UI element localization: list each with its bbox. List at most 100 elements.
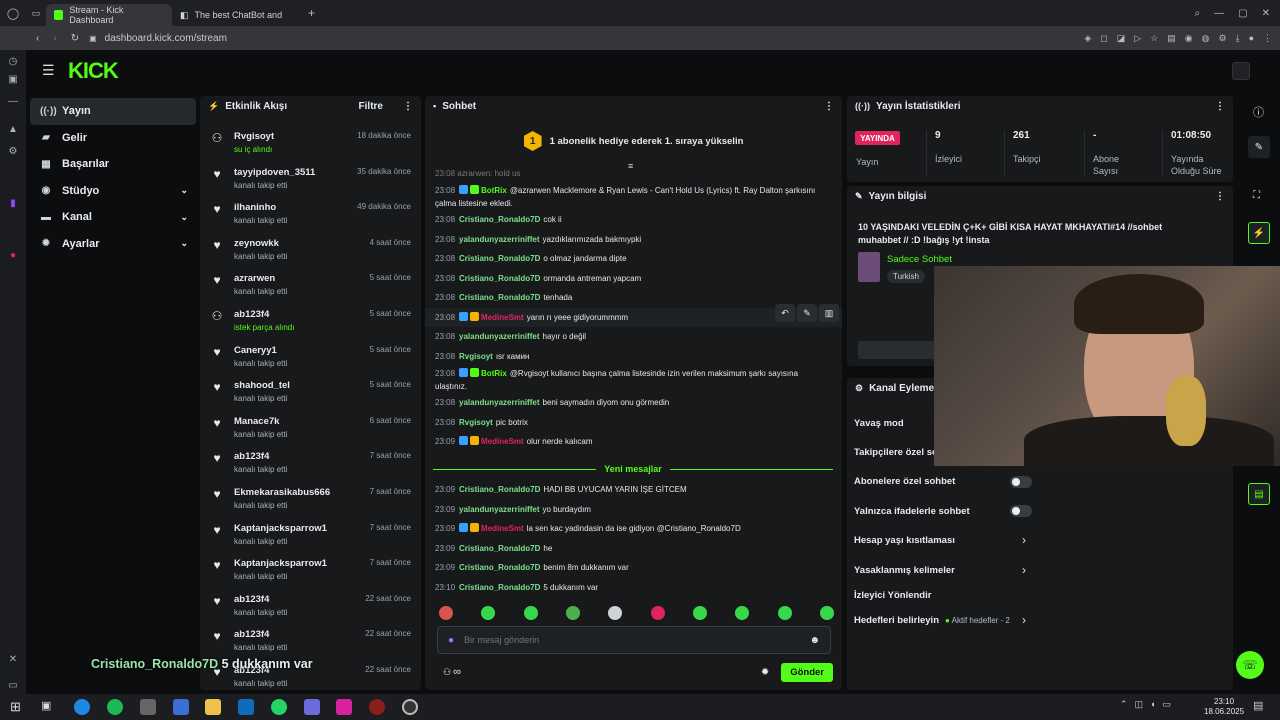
activity-item[interactable]: ♥ Kaptanjacksparrow1 kanalı takip etti 7 sa… (200, 554, 421, 590)
message-username[interactable]: Rvgisoyt (459, 418, 493, 427)
message-username[interactable]: MedineSmt (481, 437, 524, 446)
more-options-icon[interactable]: ⋮ (1215, 101, 1225, 112)
extension-icon[interactable]: ▤ (1167, 33, 1176, 44)
extension-icon[interactable]: ◈ (1084, 33, 1091, 44)
emote-icon[interactable] (777, 606, 792, 620)
chat-message[interactable]: 23:08 Rvgisoyt pic botrix (425, 413, 842, 433)
store-icon[interactable] (304, 699, 320, 715)
chat-message[interactable]: 23:08 Cristiano_Ronaldo7D cok ii (425, 210, 842, 230)
instagram-icon[interactable] (336, 699, 352, 715)
extensions-icon[interactable]: ⚙ (1219, 33, 1227, 44)
sidebar-settings-icon[interactable]: ▭ (7, 680, 19, 692)
message-username[interactable]: MedineSmt (481, 524, 524, 533)
message-username[interactable]: BotRix (481, 186, 507, 195)
hamburger-menu-icon[interactable]: ☰ (42, 62, 55, 79)
youtube-icon[interactable]: ● (7, 250, 19, 262)
message-username[interactable]: BotRix (481, 369, 507, 378)
network-icon[interactable]: ◫ (1135, 699, 1144, 710)
extension-icon[interactable]: ◍ (1202, 33, 1210, 44)
chat-message[interactable]: 23:08 Rvgisoyt ısr камин (425, 347, 842, 367)
activity-item[interactable]: ♥ Ekmekarasikabus666 kanalı takip etti 7 sa… (200, 483, 421, 519)
tab-overview-icon[interactable]: ▭ (26, 8, 46, 19)
chat-message[interactable]: 23:09 Cristiano_Ronaldo7D he (425, 539, 842, 559)
message-username[interactable]: Cristiano_Ronaldo7D (459, 274, 540, 283)
new-tab-button[interactable]: + (308, 6, 315, 20)
sidebar-item-studyo[interactable]: ◉ Stüdyo ⌄ (30, 178, 196, 205)
chat-message[interactable]: 23:09 MedineSmt la sen kac yadindasin da i… (425, 519, 842, 539)
emotes-only-row[interactable]: Yalnızca ifadelerle sohbet (854, 506, 970, 517)
extension-icon[interactable]: ◻ (1100, 33, 1107, 44)
sidebar-item-gelir[interactable]: ▰ Gelir (30, 125, 196, 152)
forward-icon[interactable]: › (53, 33, 56, 44)
twitch-icon[interactable]: ▮ (7, 198, 19, 210)
message-username[interactable]: yalandunyazerriniffet (459, 332, 539, 341)
history-icon[interactable]: ◷ (7, 56, 19, 68)
pinned-collapse-icon[interactable]: ≡ (628, 161, 633, 171)
more-icon[interactable]: ⋮ (1263, 33, 1272, 44)
subscribers-only-row[interactable]: Abonelere özel sohbet (854, 476, 955, 487)
settings-rail-icon[interactable]: ⚙ (7, 146, 19, 158)
message-username[interactable]: Cristiano_Ronaldo7D (459, 485, 540, 494)
emote-icon[interactable] (565, 606, 580, 620)
message-username[interactable]: yalandunyazerriniffet (459, 505, 539, 514)
calculator-icon[interactable] (140, 699, 156, 715)
user-avatar[interactable] (1232, 62, 1250, 80)
users-icon[interactable]: ⚇ (443, 667, 451, 678)
emote-icon[interactable] (819, 606, 834, 620)
maximize-button[interactable]: ▢ (1238, 8, 1247, 19)
browser-tab-kick-dashboard[interactable]: Stream - Kick Dashboard (46, 4, 172, 26)
goals-row[interactable]: Hedefleri belirleyin (854, 615, 939, 626)
sidebar-item-kanal[interactable]: ▬ Kanal ⌄ (30, 204, 196, 231)
outlook-icon[interactable] (238, 699, 254, 715)
resize-icon[interactable]: ⛶ (1253, 190, 1260, 201)
chat-input-box[interactable]: ● ☻ (437, 626, 831, 654)
activity-item[interactable]: ♥ tayyipdoven_3511 kanalı takip etti 35 dak… (200, 163, 421, 199)
activity-item[interactable]: ♥ azrarwen kanalı takip etti 5 saat önce (200, 269, 421, 305)
delete-icon[interactable]: ▥ (819, 304, 839, 322)
emoji-icon[interactable]: ☻ (809, 635, 820, 646)
message-username[interactable]: Cristiano_Ronaldo7D (459, 563, 540, 572)
obs-icon[interactable] (369, 699, 385, 715)
message-username[interactable]: Cristiano_Ronaldo7D (459, 215, 540, 224)
windows-start-icon[interactable]: ⊞ (10, 699, 21, 715)
chat-message[interactable]: 23:09 Cristiano_Ronaldo7D benim 8m dukkanı… (425, 558, 842, 578)
edit-button-placeholder[interactable] (858, 341, 938, 359)
activity-item[interactable]: ♥ zeynowkk kanalı takip etti 4 saat önce (200, 234, 421, 270)
sidebar-item-ayarlar[interactable]: ✹ Ayarlar ⌄ (30, 231, 196, 258)
send-button[interactable]: Gönder (781, 662, 833, 682)
followers-only-row[interactable]: Takipçilere özel so (854, 447, 938, 458)
download-icon[interactable]: ⤓ (1236, 33, 1240, 44)
emote-icon[interactable] (608, 606, 623, 620)
battery-icon[interactable]: ▭ (1163, 699, 1172, 710)
extension-icon[interactable]: ◪ (1117, 33, 1126, 44)
reply-icon[interactable]: ↶ (775, 304, 795, 322)
more-options-icon[interactable]: ⋮ (403, 101, 413, 112)
reload-icon[interactable]: ↻ (71, 33, 79, 44)
media-tool-icon[interactable]: ▤ (1248, 483, 1270, 505)
browser-tab-chatbot[interactable]: ◧ The best ChatBot and (172, 4, 302, 26)
slow-mode-row[interactable]: Yavaş mod (854, 418, 904, 429)
chat-message[interactable]: 23:10 Cristiano_Ronaldo7D 5 dukkanım var (425, 578, 842, 598)
tray-chevron-icon[interactable]: ⌃ (1120, 699, 1128, 710)
filter-button[interactable]: Filtre (359, 101, 383, 112)
settings-icon[interactable]: ✹ (761, 667, 769, 678)
copilot-icon[interactable] (173, 699, 189, 715)
activity-item[interactable]: ⚇ Rvgisoyt su iç alındı 18 dakika önce (200, 127, 421, 163)
search-tabs-icon[interactable]: ⌕ (1195, 8, 1201, 19)
minimize-button[interactable]: — (1214, 8, 1224, 19)
pin-icon[interactable]: ✎ (797, 304, 817, 322)
activity-item[interactable]: ♥ ab123f4 kanalı takip etti 7 saat önce (200, 447, 421, 483)
activity-item[interactable]: ♥ Caneryy1 kanalı takip etti 5 saat önce (200, 341, 421, 377)
chat-message[interactable]: 23:08 Cristiano_Ronaldo7D ormanda antreman… (425, 269, 842, 289)
activity-item[interactable]: ♥ shahood_tel kanalı takip etti 5 saat önce (200, 376, 421, 412)
edit-tool-icon[interactable]: ✎ (1248, 136, 1270, 158)
extension-icon[interactable]: ☆ (1150, 33, 1158, 44)
kick-logo[interactable]: KICK (68, 58, 119, 84)
message-username[interactable]: Cristiano_Ronaldo7D (459, 254, 540, 263)
bolt-tool-icon[interactable]: ⚡ (1248, 222, 1270, 244)
emote-icon[interactable] (523, 606, 538, 620)
close-window-button[interactable]: ✕ (1262, 8, 1270, 19)
chevron-right-icon[interactable]: › (1022, 563, 1026, 577)
message-username[interactable]: Cristiano_Ronaldo7D (459, 583, 540, 592)
message-username[interactable]: MedineSmt (481, 313, 524, 322)
